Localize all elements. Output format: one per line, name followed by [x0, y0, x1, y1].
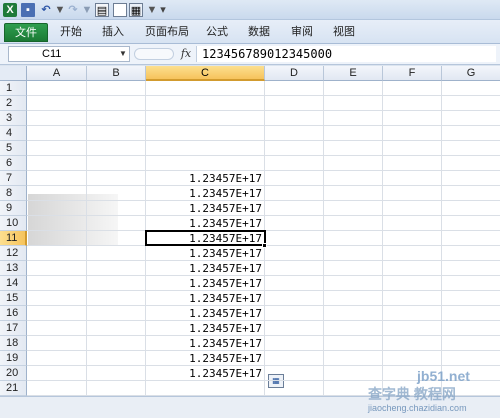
- paste-options-icon[interactable]: ▦: [268, 374, 284, 388]
- column-header-f[interactable]: F: [383, 66, 442, 81]
- row-header-17[interactable]: 17: [0, 321, 27, 336]
- cell-c10[interactable]: 1.23457E+17: [146, 216, 265, 231]
- grid-column-line: [86, 81, 87, 396]
- formula-bar: C11 ▼ fx 123456789012345000: [0, 44, 500, 65]
- tab-view[interactable]: 视图: [328, 23, 360, 42]
- tab-formulas[interactable]: 公式: [201, 23, 233, 42]
- row-header-12[interactable]: 12: [0, 246, 27, 261]
- row-header-18[interactable]: 18: [0, 336, 27, 351]
- customize-toolbar-icon[interactable]: ▾: [156, 3, 170, 17]
- formula-bar-splitter[interactable]: [134, 48, 174, 60]
- tab-insert[interactable]: 插入: [98, 23, 128, 42]
- row-header-14[interactable]: 14: [0, 276, 27, 291]
- name-box[interactable]: C11: [8, 46, 130, 62]
- redo-dropdown-icon[interactable]: ▼: [80, 3, 94, 17]
- cell-c9[interactable]: 1.23457E+17: [146, 201, 265, 216]
- row-header-21[interactable]: 21: [0, 381, 27, 396]
- cell-c8[interactable]: 1.23457E+17: [146, 186, 265, 201]
- formula-input[interactable]: 123456789012345000: [196, 46, 496, 62]
- cell-c19[interactable]: 1.23457E+17: [146, 351, 265, 366]
- grid-row-line: [27, 140, 500, 141]
- row-header-9[interactable]: 9: [0, 201, 27, 216]
- grid-column-line: [323, 81, 324, 396]
- column-header-d[interactable]: D: [265, 66, 324, 81]
- tab-home[interactable]: 开始: [56, 23, 86, 42]
- fill-handle[interactable]: [262, 243, 267, 248]
- active-cell-border[interactable]: [145, 230, 266, 246]
- column-header-c[interactable]: C: [146, 66, 265, 81]
- cell-c7[interactable]: 1.23457E+17: [146, 171, 265, 186]
- column-header-e[interactable]: E: [324, 66, 383, 81]
- cell-c16[interactable]: 1.23457E+17: [146, 306, 265, 321]
- column-header-g[interactable]: G: [442, 66, 500, 81]
- worksheet-grid[interactable]: ▦ ABCDEFG1234567891011121314151617181920…: [0, 66, 500, 396]
- row-header-6[interactable]: 6: [0, 156, 27, 171]
- row-header-7[interactable]: 7: [0, 171, 27, 186]
- insert-function-icon[interactable]: fx: [178, 46, 194, 62]
- row-header-20[interactable]: 20: [0, 366, 27, 381]
- print-preview-icon[interactable]: ▤: [95, 3, 109, 17]
- name-box-dropdown-icon[interactable]: ▼: [118, 46, 128, 62]
- excel-logo-icon: X: [3, 3, 17, 17]
- row-header-2[interactable]: 2: [0, 96, 27, 111]
- tab-page-layout[interactable]: 页面布局: [139, 23, 195, 42]
- tab-data[interactable]: 数据: [243, 23, 275, 42]
- save-icon[interactable]: ▪: [21, 3, 35, 17]
- watermark-url: jiaocheng.chazidian.com: [368, 403, 467, 413]
- grid-column-line: [441, 81, 442, 396]
- grid-row-line: [27, 95, 500, 96]
- grid-row-line: [27, 125, 500, 126]
- watermark-site: jb51.net: [417, 368, 470, 384]
- select-all-corner[interactable]: [0, 66, 27, 81]
- cell-c13[interactable]: 1.23457E+17: [146, 261, 265, 276]
- row-header-4[interactable]: 4: [0, 126, 27, 141]
- quick-access-toolbar: X ▪ ↶ ▼ ↷ ▼ ▤ ▦ ▼ ▾: [0, 0, 500, 20]
- cell-c12[interactable]: 1.23457E+17: [146, 246, 265, 261]
- blurred-region: [28, 194, 118, 246]
- tab-review[interactable]: 审阅: [286, 23, 318, 42]
- grid-column-line: [382, 81, 383, 396]
- row-header-3[interactable]: 3: [0, 111, 27, 126]
- row-header-13[interactable]: 13: [0, 261, 27, 276]
- cell-c20[interactable]: 1.23457E+17: [146, 366, 265, 381]
- redo-icon[interactable]: ↷: [66, 3, 80, 17]
- cell-c17[interactable]: 1.23457E+17: [146, 321, 265, 336]
- row-header-1[interactable]: 1: [0, 81, 27, 96]
- column-header-b[interactable]: B: [87, 66, 146, 81]
- grid-row-line: [27, 110, 500, 111]
- row-header-19[interactable]: 19: [0, 351, 27, 366]
- row-header-10[interactable]: 10: [0, 216, 27, 231]
- row-header-11[interactable]: 11: [0, 231, 27, 246]
- row-header-16[interactable]: 16: [0, 306, 27, 321]
- undo-icon[interactable]: ↶: [39, 3, 53, 17]
- row-header-5[interactable]: 5: [0, 141, 27, 156]
- column-header-a[interactable]: A: [27, 66, 87, 81]
- cell-c18[interactable]: 1.23457E+17: [146, 336, 265, 351]
- row-header-15[interactable]: 15: [0, 291, 27, 306]
- watermark-brand: 查字典 教程网: [368, 386, 456, 402]
- row-header-8[interactable]: 8: [0, 186, 27, 201]
- tab-file[interactable]: 文件: [4, 23, 48, 42]
- grid-row-line: [27, 155, 500, 156]
- cell-c15[interactable]: 1.23457E+17: [146, 291, 265, 306]
- table-icon[interactable]: ▦: [129, 3, 143, 17]
- undo-dropdown-icon[interactable]: ▼: [53, 3, 67, 17]
- cell-c14[interactable]: 1.23457E+17: [146, 276, 265, 291]
- ribbon-tabs: 文件 开始 插入 页面布局 公式 数据 审阅 视图: [0, 20, 500, 44]
- new-document-icon[interactable]: [113, 3, 127, 17]
